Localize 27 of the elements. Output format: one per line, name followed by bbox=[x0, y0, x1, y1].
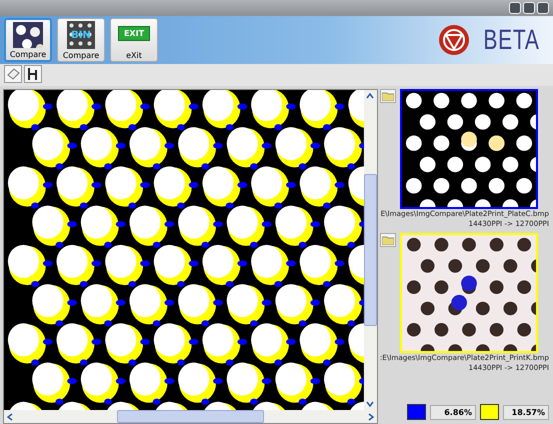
toolbar-button[interactable]: Compare bbox=[4, 18, 52, 62]
scroll-left-icon[interactable] bbox=[7, 412, 13, 420]
scroll-right-icon[interactable] bbox=[368, 412, 374, 420]
color-swatch[interactable] bbox=[480, 404, 499, 420]
open-image-button[interactable] bbox=[4, 65, 22, 83]
tool-button[interactable] bbox=[24, 65, 42, 83]
toolbar-button[interactable]: EXIT eXit bbox=[110, 18, 158, 62]
open-folder-button[interactable] bbox=[380, 233, 396, 247]
open-folder-button[interactable] bbox=[380, 89, 396, 103]
folder-icon bbox=[382, 235, 394, 245]
vertical-scrollbar[interactable] bbox=[364, 90, 377, 410]
exit-sign-icon: EXIT bbox=[118, 26, 150, 41]
bin-image-icon: BIN bbox=[67, 21, 95, 49]
scroll-thumb[interactable] bbox=[364, 174, 377, 326]
folder-icon bbox=[382, 91, 394, 101]
scroll-thumb[interactable] bbox=[116, 410, 264, 423]
step-icon bbox=[26, 67, 40, 81]
scroll-up-icon[interactable] bbox=[366, 93, 374, 99]
color-swatch[interactable] bbox=[407, 404, 426, 420]
percentage-field: 6.86% bbox=[430, 404, 476, 420]
horizontal-scrollbar[interactable] bbox=[4, 410, 377, 423]
logo-icon bbox=[436, 23, 471, 57]
toolbar-button[interactable]: BIN Compare bbox=[57, 18, 105, 62]
logo-text: BETA bbox=[483, 24, 540, 56]
dot-image-icon bbox=[13, 22, 43, 48]
percentage-field: 18.57% bbox=[503, 404, 549, 420]
scroll-down-icon[interactable] bbox=[366, 401, 374, 407]
